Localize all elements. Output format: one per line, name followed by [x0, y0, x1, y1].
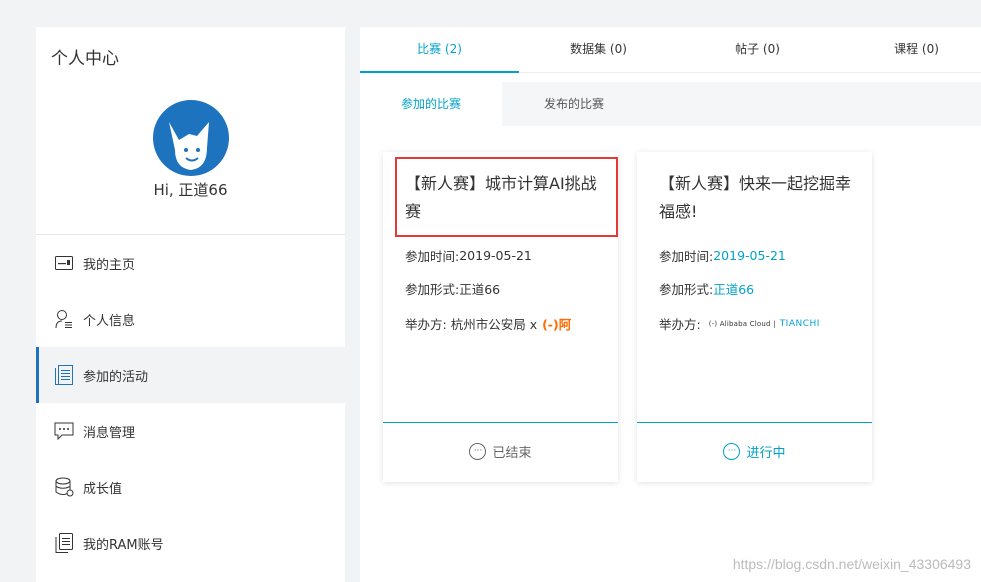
- join-time-value: 2019-05-21: [713, 248, 786, 263]
- tab-datasets[interactable]: 数据集 (0): [519, 27, 678, 73]
- sidebar-item-growth[interactable]: 成长值: [36, 459, 345, 515]
- file-copy-icon: [54, 533, 74, 553]
- user-greeting: Hi, 正道66: [153, 181, 228, 199]
- join-form-row: 参加形式: 正道66: [405, 279, 500, 298]
- sidebar-item-ram-account[interactable]: 我的RAM账号: [36, 515, 345, 571]
- alibaba-cloud-logo-icon: (-) Alibaba Cloud |: [708, 319, 776, 328]
- tab-courses[interactable]: 课程 (0): [837, 27, 981, 73]
- tab-posts[interactable]: 帖子 (0): [678, 27, 837, 73]
- card-divider: [383, 422, 618, 423]
- sidebar-item-joined-activities[interactable]: 参加的活动: [36, 347, 345, 403]
- join-time-row: 参加时间: 2019-05-21: [405, 246, 532, 265]
- competition-card[interactable]: 【新人赛】快来一起挖掘幸福感! 参加时间: 2019-05-21 参加形式: 正…: [637, 152, 872, 482]
- card-title[interactable]: 【新人赛】快来一起挖掘幸福感!: [659, 170, 858, 226]
- join-time-value: 2019-05-21: [459, 248, 532, 263]
- watermark: https://blog.csdn.net/weixin_43306493: [732, 556, 971, 572]
- top-tabs: 比赛 (2) 数据集 (0) 帖子 (0) 课程 (0): [360, 27, 981, 73]
- join-form-label: 参加形式:: [659, 282, 714, 297]
- sidebar-item-label: 参加的活动: [83, 369, 149, 385]
- join-form-value: 正道66: [459, 282, 501, 297]
- document-list-icon: [54, 365, 74, 385]
- more-dots-icon: ···: [723, 443, 741, 460]
- join-time-label: 参加时间:: [659, 249, 714, 264]
- join-form-value: 正道66: [713, 282, 755, 297]
- join-time-label: 参加时间:: [405, 249, 460, 264]
- status-text: 进行中: [746, 446, 786, 461]
- sub-tabs: 参加的比赛 发布的比赛: [360, 82, 981, 126]
- alibaba-logo-icon: (-)阿: [542, 317, 572, 332]
- sidebar-item-label: 成长值: [83, 481, 123, 497]
- status-badge: ··· 已结束: [383, 442, 618, 461]
- host-row: 举办方: 杭州市公安局 x (-)阿: [405, 314, 571, 333]
- sidebar: 个人中心 Hi, 正道66 我的主页 个人信息 参加的活动 消息管理 成长值 我…: [36, 27, 345, 582]
- sidebar-menu: 我的主页 个人信息 参加的活动 消息管理 成长值 我的RAM账号: [36, 235, 345, 571]
- subtab-published[interactable]: 发布的比赛: [502, 82, 646, 126]
- status-badge: ··· 进行中: [637, 442, 872, 461]
- sidebar-item-homepage[interactable]: 我的主页: [36, 235, 345, 291]
- sidebar-item-label: 个人信息: [83, 313, 136, 329]
- tab-competitions[interactable]: 比赛 (2): [360, 27, 519, 73]
- competition-card[interactable]: 【新人赛】城市计算AI挑战赛 参加时间: 2019-05-21 参加形式: 正道…: [383, 152, 618, 482]
- sidebar-item-label: 消息管理: [83, 425, 136, 441]
- message-icon: [54, 421, 74, 441]
- database-icon: [54, 477, 74, 497]
- join-time-row: 参加时间: 2019-05-21: [659, 246, 786, 265]
- host-row: 举办方: (-) Alibaba Cloud | TIANCHI: [659, 314, 820, 333]
- subtab-joined[interactable]: 参加的比赛: [360, 82, 502, 126]
- sidebar-item-label: 我的主页: [83, 257, 136, 273]
- status-text: 已结束: [492, 446, 532, 461]
- sidebar-title: 个人中心: [51, 49, 119, 69]
- user-info-icon: [54, 309, 74, 329]
- id-card-icon: [54, 253, 74, 273]
- avatar[interactable]: [153, 100, 229, 176]
- sidebar-item-messages[interactable]: 消息管理: [36, 403, 345, 459]
- join-form-row: 参加形式: 正道66: [659, 279, 754, 298]
- join-form-label: 参加形式:: [405, 282, 460, 297]
- host-value: 杭州市公安局 x: [450, 317, 538, 332]
- sidebar-item-label: 我的RAM账号: [83, 537, 164, 553]
- host-label: 举办方:: [405, 317, 447, 332]
- card-divider: [637, 422, 872, 423]
- card-title[interactable]: 【新人赛】城市计算AI挑战赛: [405, 170, 604, 226]
- tianchi-logo-icon: TIANCHI: [779, 318, 820, 329]
- more-dots-icon: ···: [469, 443, 487, 460]
- main-panel: 比赛 (2) 数据集 (0) 帖子 (0) 课程 (0) 参加的比赛 发布的比赛…: [360, 27, 981, 582]
- host-label: 举办方:: [659, 317, 701, 332]
- sidebar-item-personal-info[interactable]: 个人信息: [36, 291, 345, 347]
